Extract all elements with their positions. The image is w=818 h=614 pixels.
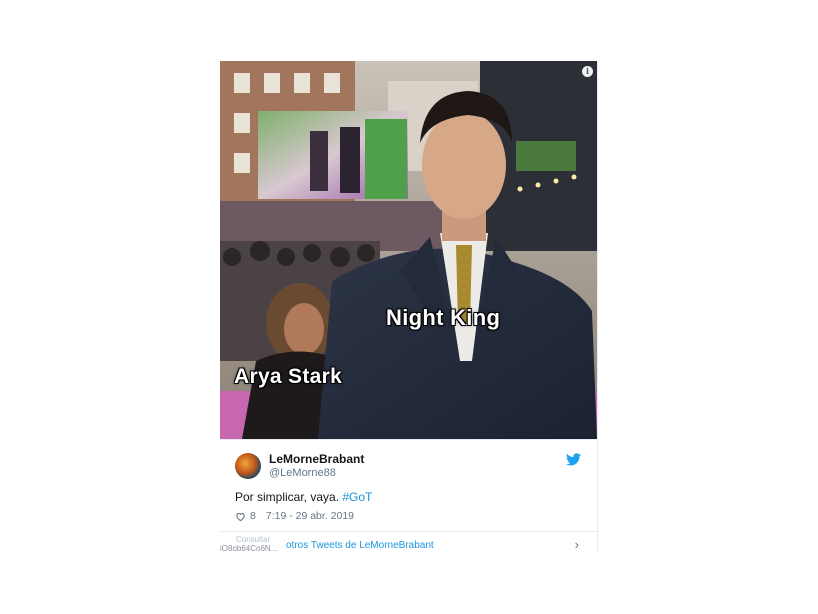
more-tweets-link[interactable]: otros Tweets de LeMorneBrabant xyxy=(286,540,434,551)
footer-prefix: Consultar xyxy=(236,535,271,544)
heart-icon[interactable] xyxy=(235,511,246,522)
meme-label-back: Arya Stark xyxy=(234,365,343,388)
tweet-body: LeMorneBrabant @LeMorne88 Por simplicar,… xyxy=(220,439,597,554)
twitter-bird-icon[interactable] xyxy=(566,453,581,466)
tweet-text-plain: Por simplicar, vaya. xyxy=(235,490,343,504)
like-count: 8 xyxy=(250,510,256,522)
tweet-footer: Consultar iO8ob64Co6N... otros Tweets de… xyxy=(220,531,597,555)
embedded-tweet-card: i Night King Arya Stark LeMorneBrabant @… xyxy=(220,61,598,554)
chevron-right-icon[interactable]: › xyxy=(575,537,579,552)
display-name[interactable]: LeMorneBrabant xyxy=(269,452,364,466)
tweet-meta: 8 7:19 - 29 abr. 2019 xyxy=(235,510,354,522)
info-icon[interactable]: i xyxy=(582,66,593,77)
user-handle[interactable]: @LeMorne88 xyxy=(269,467,336,479)
tweet-photo[interactable]: i Night King Arya Stark xyxy=(220,61,597,439)
footer-id: iO8ob64Co6N... xyxy=(220,544,278,553)
tweet-timestamp[interactable]: 7:19 - 29 abr. 2019 xyxy=(266,510,354,522)
meme-label-front: Night King xyxy=(386,305,501,330)
tweet-text: Por simplicar, vaya. #GoT xyxy=(235,490,372,504)
avatar[interactable] xyxy=(235,453,261,479)
hashtag-link[interactable]: #GoT xyxy=(342,490,372,504)
